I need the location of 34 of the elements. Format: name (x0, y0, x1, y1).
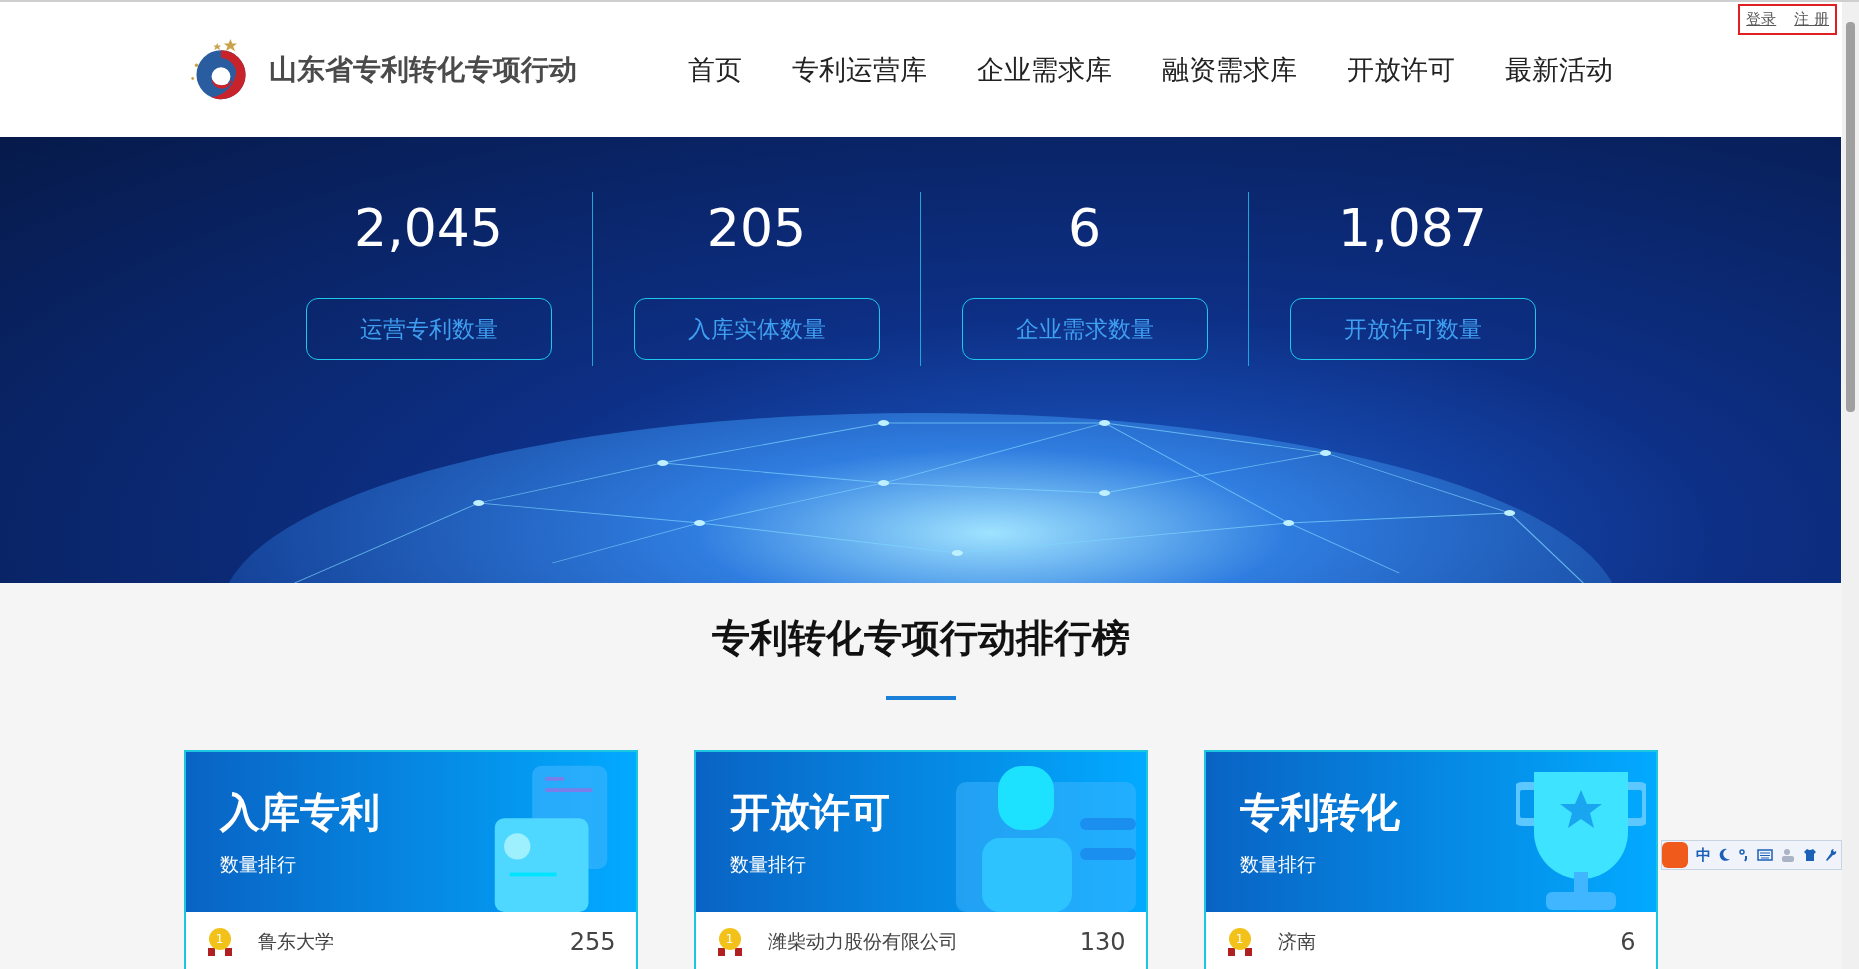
section-title: 专利转化专项行动排行榜 (711, 615, 1130, 662)
card-subtitle: 数量排行 (729, 852, 807, 877)
stat-value: 6 (1067, 202, 1102, 254)
ranking-value: 6 (1620, 928, 1636, 956)
stat-value: 2,045 (354, 202, 503, 254)
stat-value: 1,087 (1338, 202, 1487, 254)
stat-label-button[interactable]: 企业需求数量 (961, 298, 1208, 360)
account-link[interactable]: 登录 (1746, 10, 1777, 29)
nav-link[interactable]: 首页 (688, 51, 742, 88)
rank-number: 1 (208, 928, 231, 950)
rank-number: 1 (1228, 928, 1251, 950)
rank-number: 1 (718, 928, 741, 950)
ime-mode-toggle[interactable]: 中 (1696, 845, 1711, 865)
nav-link[interactable]: 专利运营库 (792, 51, 927, 88)
stat-value: 205 (706, 202, 807, 254)
card-subtitle: 数量排行 (219, 852, 297, 877)
nav-link[interactable]: 开放许可 (1347, 51, 1455, 88)
site-title: 山东省专利转化专项行动 (269, 51, 577, 88)
nav-link[interactable]: 企业需求库 (977, 51, 1112, 88)
nav-link[interactable]: 融资需求库 (1162, 51, 1297, 88)
card-title: 入库专利 (219, 788, 380, 837)
stat-label-button[interactable]: 入库实体数量 (633, 298, 880, 360)
ranking-name: 鲁东大学 (257, 929, 335, 954)
card-title: 专利转化 (1239, 788, 1400, 837)
card-subtitle: 数量排行 (1239, 852, 1317, 877)
card-title: 开放许可 (729, 788, 890, 837)
nav-link[interactable]: 最新活动 (1505, 51, 1613, 88)
stat-label-button[interactable]: 开放许可数量 (1289, 298, 1536, 360)
stat-label-button[interactable]: 运营专利数量 (305, 298, 552, 360)
ranking-name: 济南 (1277, 929, 1317, 954)
ranking-value: 255 (569, 928, 616, 956)
ranking-name: 潍柴动力股份有限公司 (767, 929, 959, 954)
account-link[interactable]: 注 册 (1794, 10, 1829, 29)
ranking-value: 130 (1079, 928, 1126, 956)
